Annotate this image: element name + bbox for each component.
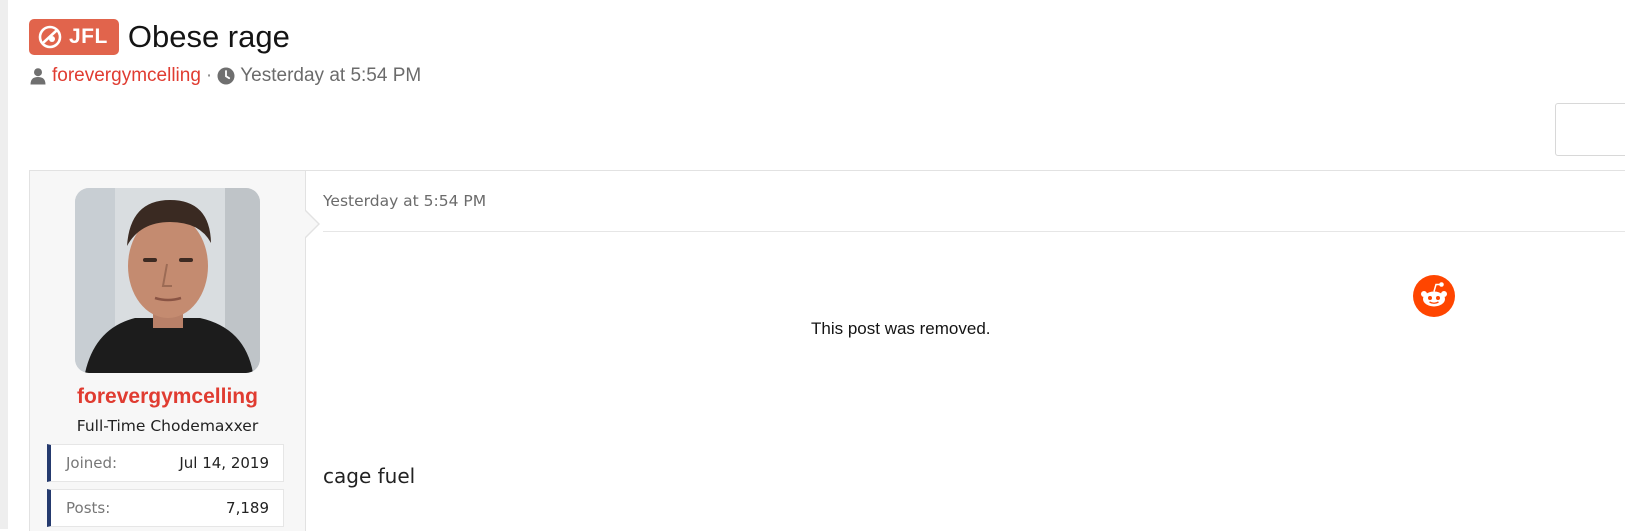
post: forevergymcelling Full-Time Chodemaxxer … [29,170,1625,531]
post-user-cell: forevergymcelling Full-Time Chodemaxxer … [30,171,306,531]
message-divider [323,231,1625,232]
thread-title-row: JFL Obese rage [29,18,421,56]
thread-action-button[interactable] [1555,103,1625,156]
thread-meta: forevergymcelling · Yesterday at 5:54 PM [29,65,421,87]
user-icon [29,67,47,85]
thread-date-link[interactable]: Yesterday at 5:54 PM [240,65,421,87]
thread-author-link[interactable]: forevergymcelling [52,65,201,87]
avatar[interactable] [75,188,260,373]
user-stat-joined: Joined: Jul 14, 2019 [47,444,284,482]
meta-separator: · [205,65,213,86]
stat-label-posts: Posts: [66,499,111,517]
thread-title: Obese rage [127,19,290,54]
stat-value-joined: Jul 14, 2019 [179,454,269,472]
prefix-flame-icon [38,25,62,49]
stat-value-posts[interactable]: 7,189 [226,499,269,517]
page-left-gutter [0,0,8,529]
post-body-text: cage fuel [323,464,416,488]
embed-removed-text: This post was removed. [811,319,991,338]
post-message: Yesterday at 5:54 PM This post was remov… [306,171,1625,531]
stat-label-joined: Joined: [66,454,118,472]
post-username[interactable]: forevergymcelling [30,385,305,409]
user-stat-posts: Posts: 7,189 [47,489,284,527]
thread-prefix-label: JFL [69,25,108,48]
thread-header: JFL Obese rage forevergymcelling · Yeste… [29,18,421,87]
thread-prefix-badge[interactable]: JFL [29,19,119,55]
reddit-icon[interactable] [1413,275,1455,317]
user-title: Full-Time Chodemaxxer [76,417,259,435]
clock-icon [217,67,235,85]
post-date-link[interactable]: Yesterday at 5:54 PM [323,192,486,210]
